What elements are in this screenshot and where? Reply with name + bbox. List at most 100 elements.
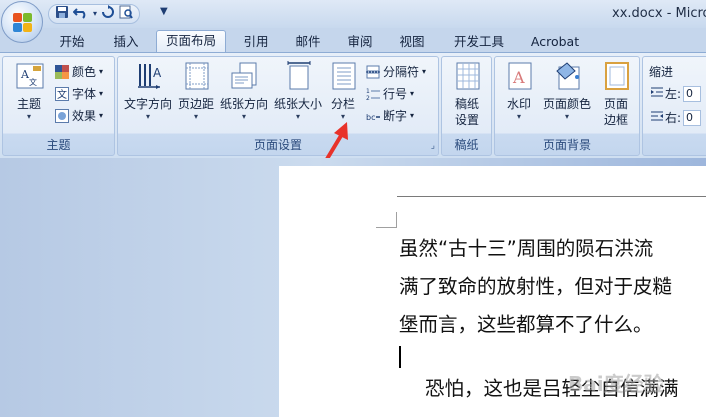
- size-button[interactable]: 纸张大小 ▾: [272, 61, 324, 122]
- tab-insert[interactable]: 插入: [104, 32, 148, 52]
- redo-icon[interactable]: [101, 5, 115, 23]
- page-borders-button[interactable]: 页面 边框: [597, 61, 635, 128]
- hyphenation-icon: bc: [366, 109, 380, 123]
- indent-label: 缩进: [649, 65, 674, 79]
- svg-text:A: A: [512, 68, 525, 87]
- header-rule: [397, 196, 706, 197]
- indent-right-row: 右: 0: [651, 109, 702, 126]
- group-manuscript: 稿纸 设置 稿纸: [441, 56, 492, 156]
- tab-mailings[interactable]: 邮件: [286, 32, 330, 52]
- text-direction-label: 文字方向: [123, 97, 172, 111]
- text-direction-button[interactable]: A 文字方向 ▾: [122, 61, 174, 122]
- orientation-button[interactable]: 纸张方向 ▾: [218, 61, 270, 122]
- indent-right-label: 右:: [665, 111, 682, 125]
- margin-corner-mark: [376, 212, 397, 228]
- tab-view[interactable]: 视图: [390, 32, 434, 52]
- group-label-page-background: 页面背景: [542, 138, 591, 152]
- line-numbers-icon: 12: [366, 87, 380, 102]
- chevron-down-icon: ▾: [99, 111, 104, 120]
- tab-review[interactable]: 审阅: [338, 32, 382, 52]
- columns-label: 分栏: [330, 97, 355, 111]
- save-icon[interactable]: [55, 5, 69, 23]
- manuscript-label-line1: 稿纸: [454, 97, 479, 111]
- fonts-label: 字体: [72, 87, 97, 101]
- dialog-launcher-icon[interactable]: ⌟: [431, 141, 435, 151]
- group-paragraph: 缩进 左: 0 右: 0: [642, 56, 706, 156]
- chevron-down-icon: ▾: [99, 67, 104, 76]
- chevron-down-icon: ▾: [516, 112, 521, 121]
- page-color-button[interactable]: 页面颜色 ▾: [541, 61, 593, 122]
- chevron-down-icon: ▾: [241, 112, 246, 121]
- group-page-background: A 水印 ▾ 页面颜色 ▾ 页面 边框 页面背景: [494, 56, 640, 156]
- group-page-setup: A 文字方向 ▾ 页边距 ▾ 纸张方向 ▾ 纸张大小 ▾ 分栏 ▾ 分隔符 ▾ …: [117, 56, 439, 156]
- svg-text:1: 1: [366, 88, 370, 95]
- chevron-down-icon: ▾: [410, 89, 415, 98]
- doc-line-3: 堡而言，这些都算不了什么。: [399, 313, 653, 336]
- office-button[interactable]: [1, 1, 43, 43]
- breaks-icon: [366, 65, 380, 79]
- tab-developer[interactable]: 开发工具: [444, 32, 514, 52]
- group-label-manuscript: 稿纸: [454, 138, 479, 152]
- tab-acrobat[interactable]: Acrobat: [522, 32, 588, 52]
- margins-label: 页边距: [177, 97, 214, 111]
- svg-text:文: 文: [57, 88, 67, 101]
- manuscript-label-line2: 设置: [454, 113, 479, 127]
- orientation-label: 纸张方向: [219, 97, 268, 111]
- doc-line-2: 满了致命的放射性，但对于皮糙: [399, 275, 673, 298]
- colors-label: 颜色: [72, 65, 97, 79]
- themes-button[interactable]: A文 主题 ▾: [7, 61, 51, 122]
- chevron-down-icon: ▾: [26, 112, 31, 121]
- title-bar: ▾ ▼ xx.docx - Micros: [0, 0, 706, 28]
- manuscript-settings-button[interactable]: 稿纸 设置: [446, 61, 488, 128]
- office-logo-icon: [13, 13, 33, 33]
- columns-button[interactable]: 分栏 ▾: [326, 61, 360, 122]
- page-color-icon: [553, 61, 581, 91]
- chevron-down-icon: ▾: [193, 112, 198, 121]
- window-title: xx.docx - Micros: [612, 6, 706, 21]
- svg-text:bc: bc: [366, 113, 375, 122]
- indent-right-icon: [651, 110, 663, 125]
- watermark-label: 水印: [506, 97, 531, 111]
- group-label-themes: 主题: [46, 138, 71, 152]
- hyphenation-button[interactable]: bc 断字 ▾: [366, 107, 414, 124]
- line-numbers-button[interactable]: 12 行号 ▾: [366, 85, 414, 102]
- tab-page-layout[interactable]: 页面布局: [156, 30, 226, 52]
- watermark-icon: A: [505, 61, 533, 91]
- ribbon-tabs: 开始 插入 页面布局 引用 邮件 审阅 视图 开发工具 Acrobat: [0, 28, 706, 52]
- indent-left-input[interactable]: 0: [683, 85, 702, 102]
- tab-home[interactable]: 开始: [50, 32, 94, 52]
- chevron-down-icon: ▾: [295, 112, 300, 121]
- text-direction-icon: A: [134, 61, 162, 91]
- columns-icon: [329, 61, 357, 91]
- colors-icon: [55, 64, 69, 79]
- group-label-page-setup: 页面设置: [253, 138, 302, 152]
- theme-colors-button[interactable]: 颜色 ▾: [55, 63, 103, 80]
- hyphenation-label: 断字: [383, 109, 408, 123]
- breaks-button[interactable]: 分隔符 ▾: [366, 63, 426, 80]
- group-themes: A文 主题 ▾ 颜色 ▾ 文 字体 ▾ 效果 ▾ 主题: [2, 56, 115, 156]
- page-color-label: 页面颜色: [542, 97, 591, 111]
- margins-button[interactable]: 页边距 ▾: [176, 61, 216, 122]
- undo-icon[interactable]: [72, 5, 89, 23]
- orientation-icon: [230, 61, 258, 91]
- page-borders-icon: [602, 61, 630, 91]
- baidu-watermark: Bai度经验: [568, 372, 664, 396]
- indent-left-icon: [651, 86, 663, 101]
- watermark-button[interactable]: A 水印 ▾: [499, 61, 539, 122]
- theme-fonts-button[interactable]: 文 字体 ▾: [55, 85, 103, 102]
- manuscript-icon: [453, 61, 481, 91]
- margins-icon: [182, 61, 210, 91]
- theme-effects-button[interactable]: 效果 ▾: [55, 107, 103, 124]
- print-preview-icon[interactable]: [119, 5, 133, 23]
- chevron-down-icon: ▾: [422, 67, 427, 76]
- svg-text:2: 2: [366, 95, 370, 101]
- doc-line-1: 虽然“古十三”周围的陨石洪流: [399, 237, 654, 260]
- undo-dropdown-icon[interactable]: ▾: [93, 6, 97, 22]
- indent-left-label: 左:: [665, 87, 682, 101]
- quick-access-toolbar: ▾: [48, 4, 141, 24]
- text-cursor: [399, 346, 401, 368]
- indent-left-row: 左: 0: [651, 85, 702, 102]
- customize-qat-icon[interactable]: ▼: [160, 6, 168, 17]
- indent-right-input[interactable]: 0: [683, 109, 702, 126]
- tab-references[interactable]: 引用: [234, 32, 278, 52]
